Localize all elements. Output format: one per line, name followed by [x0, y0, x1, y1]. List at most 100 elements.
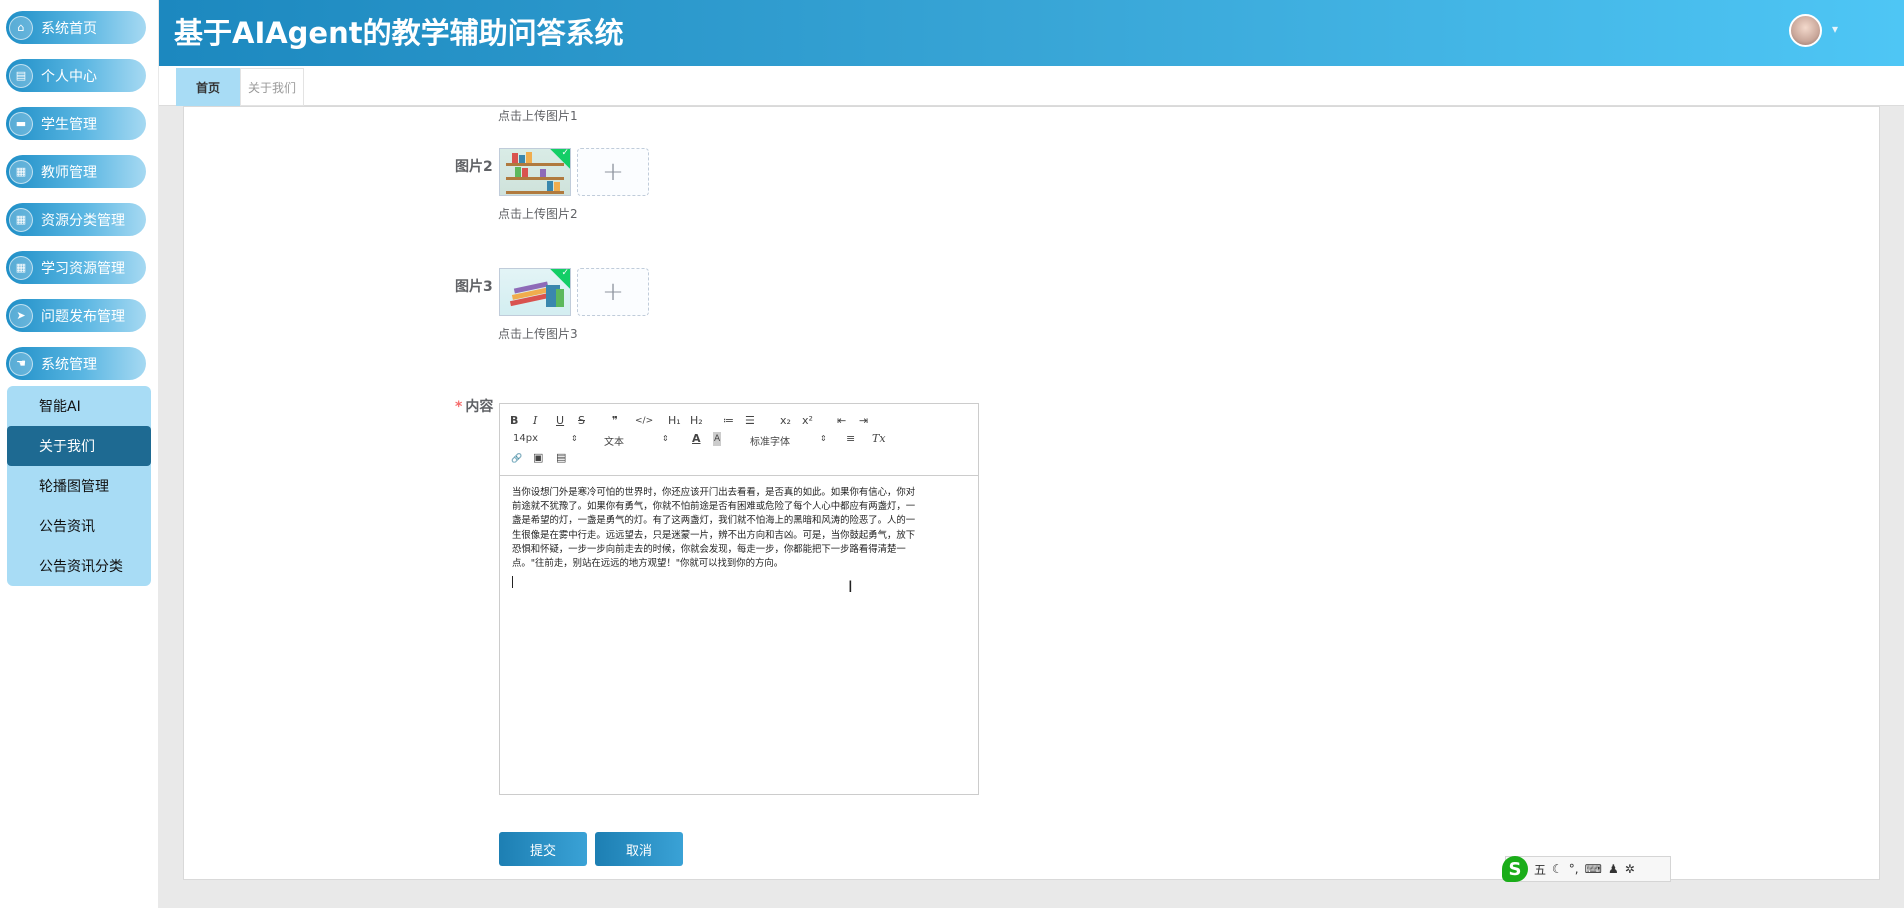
home-icon: ⌂: [9, 15, 33, 40]
rich-text-editor: B I U S ❞ </> H₁ H₂ ≔ ☰ x₂ x² ⇤ ⇥ 14px ⇕: [499, 403, 979, 795]
sidebar-item-teachers[interactable]: ▦ 教师管理: [6, 155, 146, 188]
underline-button[interactable]: U: [556, 414, 564, 428]
grid-icon: ▦: [9, 255, 33, 280]
briefcase-icon: ▬: [9, 111, 33, 136]
strike-button[interactable]: S: [578, 414, 585, 428]
sidebar-item-learning-resources[interactable]: ▦ 学习资源管理: [6, 251, 146, 284]
form-panel: 点击上传图片1 图片2 ✓ + 点击上传图片2 图片3 ✓ + 点击上传图片3 …: [183, 106, 1880, 880]
outdent-icon[interactable]: ⇤: [837, 414, 846, 428]
h2-button[interactable]: H₂: [690, 414, 703, 428]
sidebar-item-label: 资源分类管理: [41, 212, 125, 229]
sidebar-item-label: 学生管理: [41, 116, 97, 133]
input-mode-icon[interactable]: 五: [1534, 861, 1546, 878]
submenu-item-about-us[interactable]: 关于我们: [7, 426, 151, 466]
font-color-icon[interactable]: A: [692, 432, 701, 446]
font-size-select[interactable]: 14px ⇕: [513, 433, 578, 447]
select-arrows-icon: ⇕: [820, 434, 827, 443]
required-mark: *: [455, 399, 463, 415]
content-line: 盏是希望的灯，一盏是勇气的灯。有了这两盏灯，我们就不怕海上的黑暗和风涛的险恶了。…: [512, 515, 916, 527]
submenu-item-ai[interactable]: 智能AI: [7, 386, 151, 426]
picture2-label: 图片2: [455, 159, 493, 175]
italic-button[interactable]: I: [533, 414, 537, 428]
ime-toolbar: S 五 ☾ °, ⌨ ♟ ✲: [1502, 856, 1671, 882]
tab-home[interactable]: 首页: [176, 68, 240, 106]
sidebar-item-students[interactable]: ▬ 学生管理: [6, 107, 146, 140]
sidebar-item-home[interactable]: ⌂ 系统首页: [6, 11, 146, 44]
send-icon: ➤: [9, 303, 33, 328]
punctuation-icon[interactable]: °,: [1569, 862, 1579, 876]
background-color-icon[interactable]: A: [713, 432, 722, 446]
sidebar: ⌂ 系统首页 ▤ 个人中心 ▬ 学生管理 ▦ 教师管理 ▦ 资源分类管理 ▦ 学…: [0, 0, 158, 908]
app-title: 基于AIAgent的教学辅助问答系统: [174, 16, 624, 50]
font-size-value: 14px: [513, 433, 538, 444]
align-icon[interactable]: ≡: [846, 432, 855, 446]
content-line: 当你设想门外是寒冷可怕的世界时，你还应该开门出去看看，是否真的如此。如果你有信心…: [512, 487, 916, 498]
content-line: 生很像是在雾中行走。远远望去，只是迷蒙一片，辨不出方向和吉凶。可是，当你鼓起勇气…: [512, 529, 916, 541]
font-family-value: 标准字体: [750, 437, 790, 448]
subscript-button[interactable]: x₂: [780, 414, 791, 428]
text-format-select[interactable]: 文本 ⇕: [604, 433, 669, 448]
indent-icon[interactable]: ⇥: [859, 414, 868, 428]
blockquote-button[interactable]: ❞: [612, 414, 618, 428]
tab-about-us[interactable]: 关于我们: [240, 68, 304, 106]
user-avatar[interactable]: [1789, 14, 1822, 47]
submit-button[interactable]: 提交: [499, 832, 587, 866]
system-submenu: 智能AI 关于我们 轮播图管理 公告资讯 公告资讯分类: [7, 386, 151, 586]
content-label: * 内容: [455, 396, 493, 416]
clean-format-icon[interactable]: Tx: [872, 432, 886, 446]
content-label-text: 内容: [465, 399, 494, 415]
picture3-thumbnail[interactable]: ✓: [499, 268, 571, 316]
h1-button[interactable]: H₁: [668, 414, 681, 428]
font-family-select[interactable]: 标准字体 ⇕: [750, 433, 827, 448]
link-icon[interactable]: 🔗: [511, 452, 522, 466]
content-line: 恐惧和怀疑，一步一步向前走去的时候，你就会发现，每走一步，你都能把下一步路看得清…: [512, 543, 906, 555]
text-caret: [512, 576, 513, 588]
upload-hint-picture2: 点击上传图片2: [498, 207, 578, 221]
superscript-button[interactable]: x²: [802, 414, 813, 428]
sidebar-item-system[interactable]: ☚ 系统管理: [6, 347, 146, 380]
picture3-label: 图片3: [455, 279, 493, 295]
submenu-item-news[interactable]: 公告资讯: [7, 506, 151, 546]
sidebar-item-label: 学习资源管理: [41, 260, 125, 277]
text-format-value: 文本: [604, 437, 624, 448]
bullet-list-icon[interactable]: ☰: [745, 414, 755, 428]
sidebar-item-questions[interactable]: ➤ 问题发布管理: [6, 299, 146, 332]
picture2-thumbnail[interactable]: ✓: [499, 148, 571, 196]
sidebar-item-label: 个人中心: [41, 68, 97, 85]
sidebar-item-profile[interactable]: ▤ 个人中心: [6, 59, 146, 92]
sidebar-item-label: 系统首页: [41, 20, 97, 37]
settings-hand-icon: ☚: [9, 351, 33, 376]
more-icon[interactable]: ✲: [1625, 862, 1635, 876]
cancel-button[interactable]: 取消: [595, 832, 683, 866]
profile-card-icon: ▤: [9, 63, 33, 88]
sogou-logo-icon[interactable]: S: [1502, 856, 1528, 882]
user-icon[interactable]: ♟: [1608, 862, 1619, 876]
moon-icon[interactable]: ☾: [1552, 862, 1563, 876]
editor-content[interactable]: 当你设想门外是寒冷可怕的世界时，你还应该开门出去看看，是否真的如此。如果你有信心…: [512, 486, 968, 571]
sidebar-item-label: 问题发布管理: [41, 308, 125, 325]
content-line: 前途就不犹豫了。如果你有勇气，你就不怕前途是否有困难或危险了每个人心中都应有两盏…: [512, 501, 916, 513]
sidebar-item-label: 系统管理: [41, 356, 97, 373]
editor-toolbar: B I U S ❞ </> H₁ H₂ ≔ ☰ x₂ x² ⇤ ⇥ 14px ⇕: [500, 404, 978, 476]
image-icon[interactable]: ▣: [533, 451, 543, 465]
bold-button[interactable]: B: [510, 414, 518, 428]
submenu-item-carousel[interactable]: 轮播图管理: [7, 466, 151, 506]
submenu-item-news-category[interactable]: 公告资讯分类: [7, 546, 151, 586]
grid-icon: ▦: [9, 159, 33, 184]
top-header: 基于AIAgent的教学辅助问答系统 ▾: [159, 0, 1904, 66]
check-icon: ✓: [561, 148, 569, 158]
upload-hint-picture1: 点击上传图片1: [498, 109, 578, 123]
keyboard-icon[interactable]: ⌨: [1585, 862, 1602, 876]
ordered-list-icon[interactable]: ≔: [723, 414, 734, 428]
sidebar-item-resource-category[interactable]: ▦ 资源分类管理: [6, 203, 146, 236]
chevron-down-icon[interactable]: ▾: [1832, 22, 1838, 36]
code-button[interactable]: </>: [635, 414, 653, 428]
text-cursor-icon: I: [848, 577, 853, 596]
upload-picture2-button[interactable]: +: [577, 148, 649, 196]
app-root: ⌂ 系统首页 ▤ 个人中心 ▬ 学生管理 ▦ 教师管理 ▦ 资源分类管理 ▦ 学…: [0, 0, 1904, 908]
check-icon: ✓: [561, 268, 569, 278]
grid-icon: ▦: [9, 207, 33, 232]
video-icon[interactable]: ▤: [556, 451, 566, 465]
upload-picture3-button[interactable]: +: [577, 268, 649, 316]
tabs-bar: 首页 关于我们: [159, 66, 1904, 106]
